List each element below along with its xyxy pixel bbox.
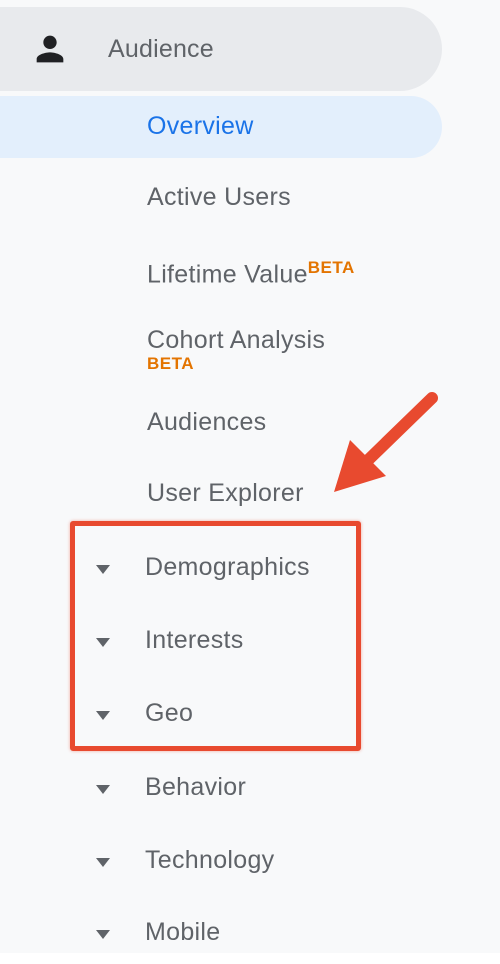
beta-badge: BETA bbox=[147, 354, 195, 373]
nav-item-label: Cohort Analysis bbox=[147, 326, 326, 354]
caret-down-icon bbox=[96, 858, 110, 867]
nav-header-audience[interactable]: Audience bbox=[0, 7, 442, 91]
caret-down-icon bbox=[96, 785, 110, 794]
nav-group-label: Mobile bbox=[145, 918, 221, 946]
person-icon bbox=[36, 35, 64, 63]
nav-header-label: Audience bbox=[108, 35, 214, 63]
nav-group-label: Technology bbox=[145, 846, 275, 874]
red-arrow-icon bbox=[334, 392, 438, 492]
nav-item-label: Audiences bbox=[147, 408, 267, 436]
nav-item-cohort-analysis[interactable]: Cohort Analysis BETA bbox=[0, 310, 442, 382]
nav-item-lifetime-value[interactable]: Lifetime ValueBETA bbox=[0, 238, 442, 300]
nav-group-mobile[interactable]: Mobile bbox=[0, 902, 442, 964]
nav-group-technology[interactable]: Technology bbox=[0, 830, 442, 892]
red-highlight-box bbox=[70, 521, 361, 751]
nav-item-label: Active Users bbox=[147, 183, 291, 211]
analytics-sidebar: Audience Overview Active Users Lifetime … bbox=[0, 0, 500, 953]
beta-badge: BETA bbox=[307, 258, 355, 277]
nav-item-active-users[interactable]: Active Users bbox=[0, 167, 442, 229]
nav-item-label: Lifetime ValueBETA bbox=[147, 258, 355, 289]
nav-group-behavior[interactable]: Behavior bbox=[0, 757, 442, 819]
nav-item-label: User Explorer bbox=[147, 479, 304, 507]
nav-item-overview[interactable]: Overview bbox=[0, 96, 442, 158]
caret-down-icon bbox=[96, 930, 110, 939]
nav-item-label: Overview bbox=[147, 112, 254, 140]
nav-group-label: Behavior bbox=[145, 773, 247, 801]
